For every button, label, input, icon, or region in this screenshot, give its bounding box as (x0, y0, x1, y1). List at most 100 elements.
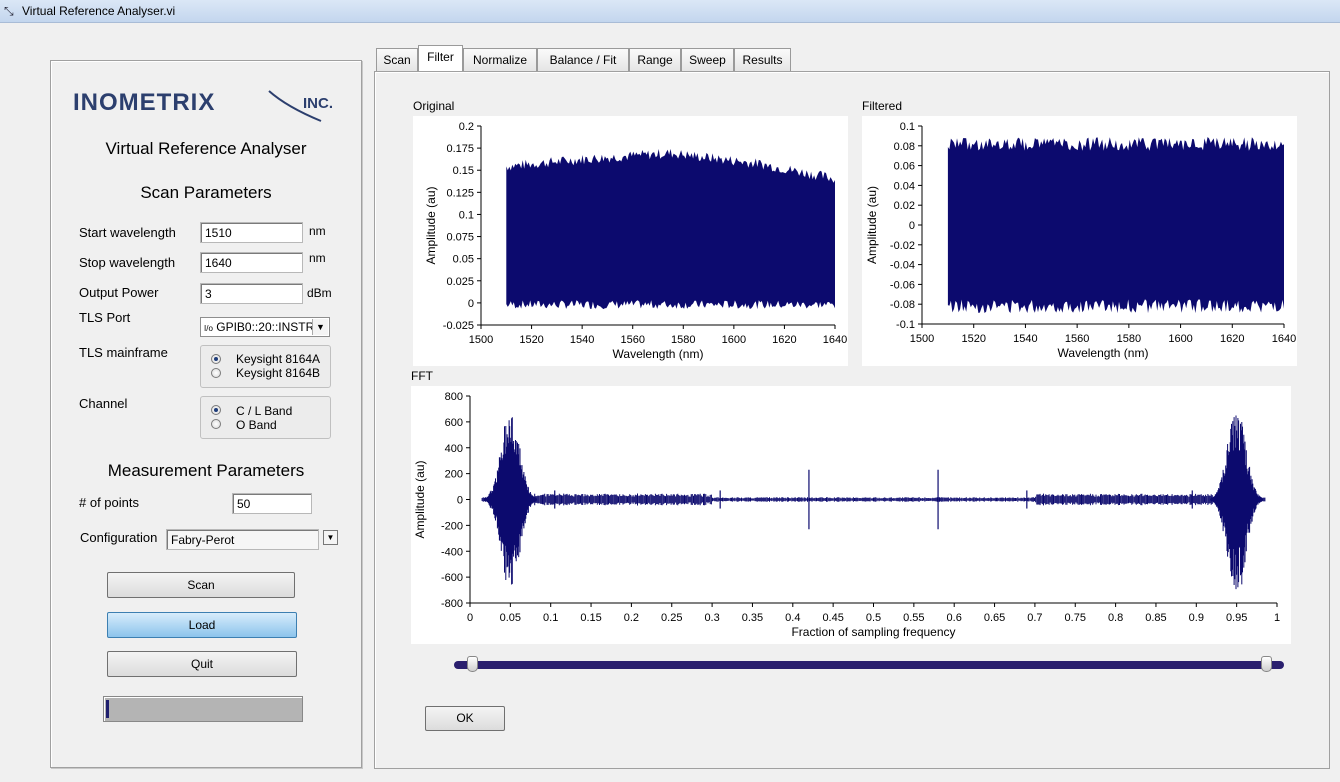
radio-cl-band[interactable] (211, 405, 221, 415)
x-tick-label: 0.7 (1027, 612, 1042, 624)
y-tick-label: -0.08 (890, 299, 915, 311)
output-power-label: Output Power (79, 285, 159, 300)
y-tick-label: -0.04 (890, 260, 915, 272)
y-tick-label: 0.075 (446, 232, 474, 244)
channel-radio-group: C / L Band O Band (200, 396, 331, 439)
app-title: Virtual Reference Analyser (105, 139, 307, 158)
x-tick-label: 1620 (772, 334, 796, 346)
tls-mainframe-radio-group: Keysight 8164A Keysight 8164B (200, 345, 331, 388)
start-wavelength-input[interactable]: 1510 (200, 222, 303, 243)
x-tick-label: 0.25 (661, 612, 682, 624)
tab-filter[interactable]: Filter (418, 45, 463, 71)
y-tick-label: 800 (445, 391, 463, 403)
original-signal-trace (506, 148, 835, 310)
window-titlebar: ⤡ Virtual Reference Analyser.vi (0, 0, 1340, 23)
num-points-label: # of points (79, 495, 139, 510)
tab-scan[interactable]: Scan (376, 48, 418, 72)
x-tick-label: 0 (467, 612, 473, 624)
slider-track[interactable] (454, 661, 1284, 669)
window-title: Virtual Reference Analyser.vi (22, 4, 176, 18)
x-tick-label: 1580 (671, 334, 695, 346)
x-tick-label: 1640 (1272, 333, 1296, 345)
radio-o-band-label: O Band (236, 418, 277, 432)
original-plot: 0.2 0.175 0.15 0.125 0.1 0.075 0.05 0.025 0 -0.02… (413, 116, 848, 366)
radio-keysight-8164b[interactable] (211, 368, 221, 378)
tls-mainframe-label: TLS mainframe (79, 345, 168, 360)
y-tick-label: -0.1 (896, 319, 915, 331)
output-power-unit: dBm (307, 286, 332, 300)
tls-port-value: GPIB0::20::INSTR (216, 320, 315, 334)
x-tick-label: 0.15 (580, 612, 601, 624)
y-tick-label: 0.06 (894, 161, 915, 173)
channel-label: Channel (79, 396, 128, 411)
slider-high-thumb[interactable] (1261, 656, 1273, 672)
fft-chart-svg: 800 600 400 200 0 -200 -400 -600 -800 0 0.05 0.1 0.1… (413, 391, 1280, 639)
x-tick-label: 1540 (570, 334, 594, 346)
tls-port-label: TLS Port (79, 310, 131, 325)
y-tick-label: 0.025 (446, 276, 474, 288)
y-tick-label: -800 (441, 598, 463, 610)
scan-button[interactable]: Scan (107, 572, 295, 598)
x-tick-label: 0.8 (1108, 612, 1123, 624)
y-tick-label: 0.02 (894, 200, 915, 212)
tls-port-select[interactable]: I/o GPIB0::20::INSTR ▼ (200, 317, 330, 337)
radio-cl-band-label: C / L Band (236, 404, 293, 418)
num-points-input[interactable]: 50 (232, 493, 312, 514)
x-axis-label: Wavelength (nm) (1058, 346, 1149, 360)
chevron-down-icon[interactable]: ▼ (312, 319, 328, 335)
tab-results[interactable]: Results (734, 48, 791, 72)
original-chart-svg: 0.2 0.175 0.15 0.125 0.1 0.075 0.05 0.025 0 -0.02… (424, 121, 847, 361)
tab-normalize[interactable]: Normalize (463, 48, 537, 72)
x-tick-label: 0.65 (984, 612, 1005, 624)
x-tick-label: 0.4 (785, 612, 800, 624)
y-axis-label: Amplitude (au) (865, 186, 879, 264)
filtered-plot-title: Filtered (862, 99, 903, 113)
stop-wavelength-label: Stop wavelength (79, 255, 176, 270)
radio-o-band[interactable] (211, 419, 221, 429)
y-tick-label: 200 (445, 469, 463, 481)
x-tick-label: 1600 (1168, 333, 1192, 345)
ok-button[interactable]: OK (425, 706, 505, 731)
load-button[interactable]: Load (107, 612, 297, 638)
fft-peak (1210, 415, 1263, 590)
tab-range[interactable]: Range (629, 48, 681, 72)
x-tick-label: 0.6 (947, 612, 962, 624)
y-tick-label: 0 (909, 220, 915, 232)
y-tick-label: -200 (441, 520, 463, 532)
y-tick-label: -600 (441, 572, 463, 584)
x-tick-label: 0.3 (704, 612, 719, 624)
output-power-input[interactable]: 3 (200, 283, 303, 304)
x-tick-label: 0.1 (543, 612, 558, 624)
y-tick-label: 0.1 (900, 121, 915, 133)
fft-plot: 800 600 400 200 0 -200 -400 -600 -800 0 0.05 0.1 0.1… (411, 386, 1291, 644)
radio-keysight-8164a[interactable] (211, 354, 221, 364)
y-tick-label: 0.08 (894, 141, 915, 153)
original-plot-title: Original (413, 99, 455, 113)
x-axis-label: Wavelength (nm) (613, 347, 704, 361)
fft-baseline-trace (481, 493, 1266, 506)
y-tick-label: 600 (445, 417, 463, 429)
y-tick-label: 0.15 (453, 165, 474, 177)
x-tick-label: 1600 (722, 334, 746, 346)
x-tick-label: 0.05 (500, 612, 521, 624)
quit-button[interactable]: Quit (107, 651, 297, 677)
x-axis-label: Fraction of sampling frequency (791, 625, 955, 639)
io-resource-icon: I/o (204, 324, 213, 333)
x-tick-label: 1640 (823, 334, 847, 346)
filtered-signal-trace (947, 137, 1284, 314)
x-tick-label: 0.55 (903, 612, 924, 624)
tab-sweep[interactable]: Sweep (681, 48, 734, 72)
configuration-select[interactable]: Fabry-Perot (166, 529, 319, 550)
frequency-range-slider[interactable] (448, 656, 1288, 672)
x-tick-label: 1500 (910, 333, 934, 345)
x-tick-label: 0.85 (1145, 612, 1166, 624)
slider-low-thumb[interactable] (466, 656, 478, 672)
tab-balance-fit[interactable]: Balance / Fit (537, 48, 629, 72)
start-wavelength-unit: nm (309, 224, 326, 238)
x-tick-label: 1560 (1065, 333, 1089, 345)
labview-icon: ⤡ (4, 4, 14, 18)
x-tick-label: 0.95 (1226, 612, 1247, 624)
configuration-dropdown-icon[interactable]: ▼ (323, 530, 338, 545)
stop-wavelength-input[interactable]: 1640 (200, 252, 303, 273)
progress-bar (103, 696, 303, 722)
